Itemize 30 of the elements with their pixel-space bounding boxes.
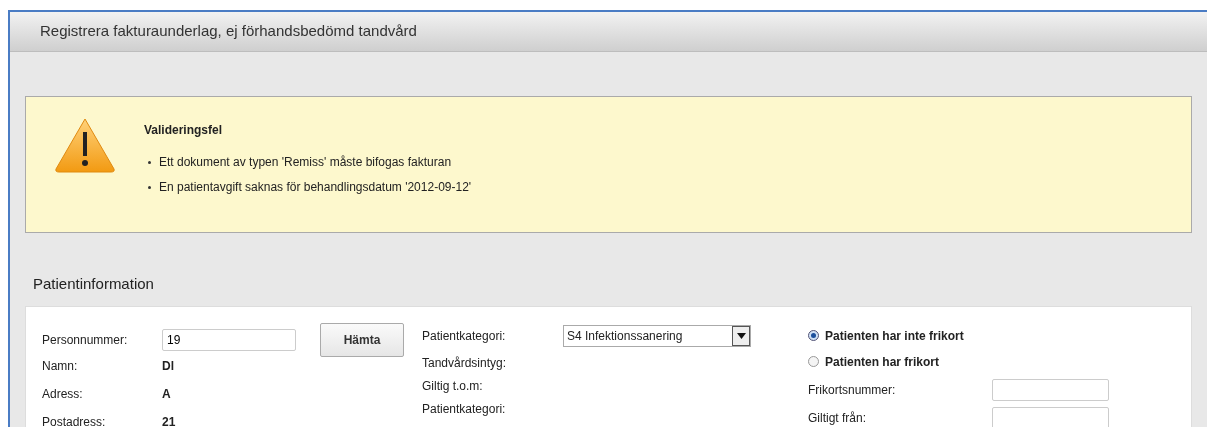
input-field[interactable]	[992, 378, 1109, 401]
radio-button[interactable]	[808, 330, 819, 341]
field-label: Frikortsnummer:	[808, 381, 897, 399]
bullet-icon	[148, 160, 151, 164]
warning-icon	[54, 117, 116, 173]
field-label: Personnummer:	[42, 331, 129, 349]
validation-error-text: En patientavgift saknas för behandlingsdatum '2012-09-12'	[159, 179, 472, 196]
radio-label: Patienten har frikort	[825, 353, 940, 371]
validation-title: Valideringsfel	[144, 122, 224, 139]
personnummer-field[interactable]: 19	[162, 328, 296, 351]
field-label: Giltig t.o.m:	[422, 378, 484, 393]
window-title: Registrera fakturaunderlag, ej förhandsbedömd tandvård	[40, 21, 417, 42]
field-value: 21	[162, 413, 176, 427]
field-label: Adress:	[42, 385, 84, 403]
field-label: Giltigt från:	[808, 409, 868, 427]
radio-label: Patienten har inte frikort	[825, 327, 964, 345]
bullet-icon	[148, 185, 151, 189]
input-field[interactable]	[992, 406, 1109, 427]
category-select[interactable]: S4 Infektionssanering	[563, 324, 751, 347]
validation-error-text: Ett dokument av typen 'Remiss' måste bifogas fakturan	[159, 154, 452, 171]
field-label: Namn:	[42, 357, 79, 375]
field-label: Tandvårdsintyg:	[422, 355, 508, 370]
fetch-button[interactable]: Hämta	[320, 322, 404, 357]
field-value: Dl	[162, 357, 174, 375]
field-value: A	[162, 385, 171, 403]
field-label: Postadress:	[42, 413, 107, 427]
section-heading: Patientinformation	[32, 274, 155, 294]
radio-button[interactable]	[808, 356, 819, 367]
field-label: Patientkategori:	[422, 327, 507, 345]
field-label: Patientkategori:	[422, 401, 507, 416]
